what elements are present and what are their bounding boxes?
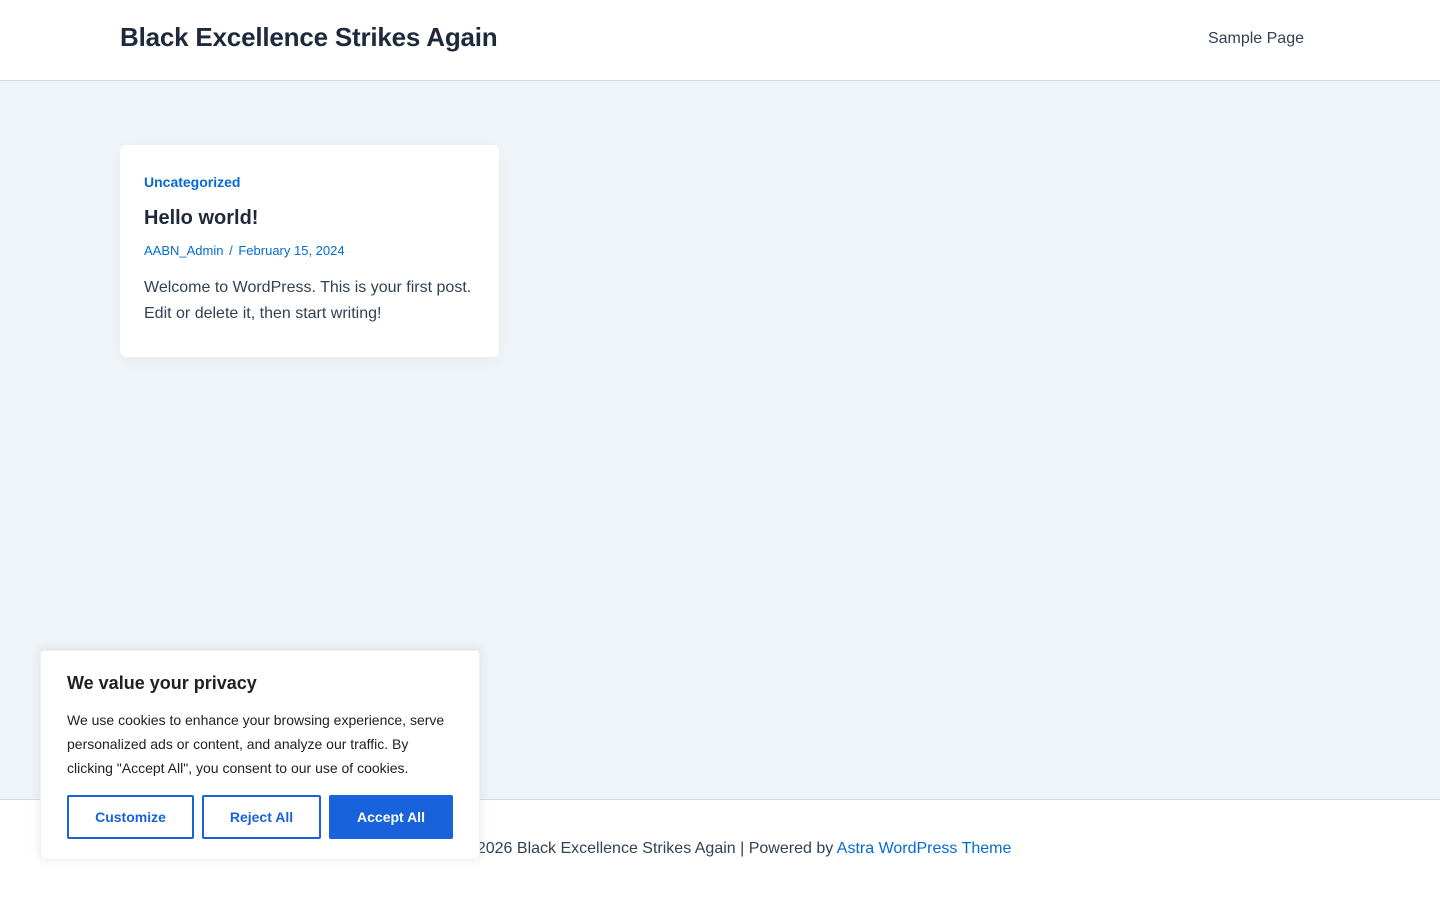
cookie-button-group: Customize Reject All Accept All xyxy=(67,795,453,839)
post-category-link[interactable]: Uncategorized xyxy=(144,174,475,190)
post-date: February 15, 2024 xyxy=(238,243,345,258)
site-header: Black Excellence Strikes Again Sample Pa… xyxy=(0,0,1440,81)
post-excerpt: Welcome to WordPress. This is your first… xyxy=(144,279,472,322)
post-card: Uncategorized Hello world! AABN_Admin / … xyxy=(120,145,499,357)
cookie-consent-banner: We value your privacy We use cookies to … xyxy=(40,650,480,860)
footer-copyright-text: © 2026 Black Excellence Strikes Again | … xyxy=(460,840,834,857)
customize-button[interactable]: Customize xyxy=(67,795,194,839)
post-meta-separator: / xyxy=(229,243,233,258)
footer-theme-link[interactable]: Astra WordPress Theme xyxy=(837,840,1012,857)
post-title-link[interactable]: Hello world! xyxy=(144,207,475,230)
post-author-link[interactable]: AABN_Admin xyxy=(144,243,223,258)
accept-all-button[interactable]: Accept All xyxy=(329,795,453,839)
nav-item-sample-page[interactable]: Sample Page xyxy=(1208,30,1304,48)
post-meta: AABN_Admin / February 15, 2024 xyxy=(144,243,475,258)
site-title-link[interactable]: Black Excellence Strikes Again xyxy=(120,22,498,53)
reject-all-button[interactable]: Reject All xyxy=(202,795,321,839)
cookie-banner-title: We value your privacy xyxy=(67,673,257,693)
cookie-banner-description: We use cookies to enhance your browsing … xyxy=(67,712,445,776)
